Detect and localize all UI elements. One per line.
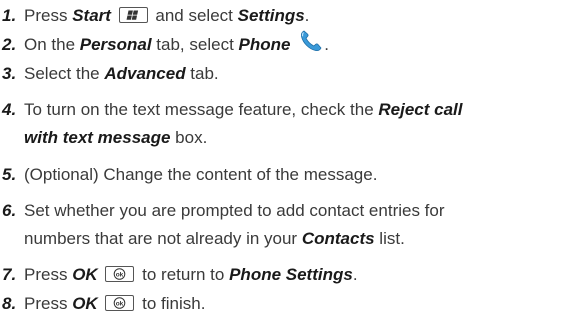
step-text: Press Start and select Settings. bbox=[24, 2, 309, 30]
text-run: Press bbox=[24, 294, 73, 313]
text-run: (Optional) Change the content of the mes… bbox=[24, 165, 378, 184]
step-number: 7. bbox=[2, 265, 17, 284]
ui-term-ok: OK bbox=[72, 294, 98, 313]
step-number: 3. bbox=[2, 64, 17, 83]
windows-start-key-icon bbox=[118, 6, 148, 23]
step-text: Press OK ok to finish. bbox=[24, 290, 205, 318]
text-run: . bbox=[352, 265, 358, 284]
text-run: box. bbox=[170, 128, 208, 147]
text-run: Press bbox=[24, 265, 73, 284]
step-text-line-2: numbers that are not already in your Con… bbox=[24, 225, 405, 253]
ui-term-contacts: Contacts bbox=[301, 229, 375, 248]
ok-key-label: ok bbox=[116, 271, 124, 278]
step-number: 2. bbox=[2, 35, 17, 54]
ui-term-phone-settings: Phone Settings bbox=[229, 265, 353, 284]
ui-term-ok: OK bbox=[72, 265, 98, 284]
step-text-line-2: with text message box. bbox=[24, 124, 207, 152]
text-run: tab. bbox=[185, 64, 219, 83]
phone-handset-icon bbox=[298, 28, 324, 54]
step-text: (Optional) Change the content of the mes… bbox=[24, 161, 377, 189]
ui-term-start: Start bbox=[72, 6, 111, 25]
step-text-line-1: To turn on the text message feature, che… bbox=[24, 96, 462, 124]
text-run: . bbox=[304, 6, 310, 25]
ui-term-personal: Personal bbox=[79, 35, 152, 54]
step-number: 8. bbox=[2, 294, 17, 313]
ui-term-settings: Settings bbox=[237, 6, 305, 25]
step-4: 4. To turn on the text message feature, … bbox=[0, 96, 588, 154]
text-run: and select bbox=[150, 6, 238, 25]
ui-term-reject-call: Reject call bbox=[378, 100, 463, 119]
text-run: To turn on the text message feature, che… bbox=[24, 100, 379, 119]
step-text-line-1: Set whether you are prompted to add cont… bbox=[24, 197, 445, 225]
text-run: to finish. bbox=[137, 294, 206, 313]
instruction-steps: 1. Press Start and select Settings. 2. O… bbox=[0, 0, 588, 323]
step-number: 1. bbox=[2, 6, 17, 25]
text-run: Select the bbox=[24, 64, 105, 83]
text-run: On the bbox=[24, 35, 80, 54]
text-run: Set whether you are prompted to add cont… bbox=[24, 201, 445, 220]
step-text: Press OK ok to return to Phone Settings. bbox=[24, 261, 358, 289]
step-6: 6. Set whether you are prompted to add c… bbox=[0, 197, 588, 255]
text-run: . bbox=[324, 35, 329, 54]
ok-key-icon: ok bbox=[105, 265, 135, 282]
step-text: Select the Advanced tab. bbox=[24, 60, 219, 88]
text-run: to return to bbox=[137, 265, 230, 284]
step-number: 5. bbox=[2, 165, 17, 184]
ui-term-phone: Phone bbox=[238, 35, 291, 54]
ui-term-with-text-message: with text message bbox=[24, 128, 171, 147]
step-text: On the Personal tab, select Phone . bbox=[24, 28, 329, 59]
step-number: 4. bbox=[2, 100, 17, 119]
text-run: numbers that are not already in your bbox=[24, 229, 302, 248]
ui-term-advanced: Advanced bbox=[104, 64, 186, 83]
text-run: tab, select bbox=[151, 35, 239, 54]
ok-key-label: ok bbox=[116, 300, 124, 307]
ok-key-icon: ok bbox=[105, 294, 135, 311]
text-run: list. bbox=[374, 229, 405, 248]
step-number: 6. bbox=[2, 201, 17, 220]
text-run: Press bbox=[24, 6, 73, 25]
